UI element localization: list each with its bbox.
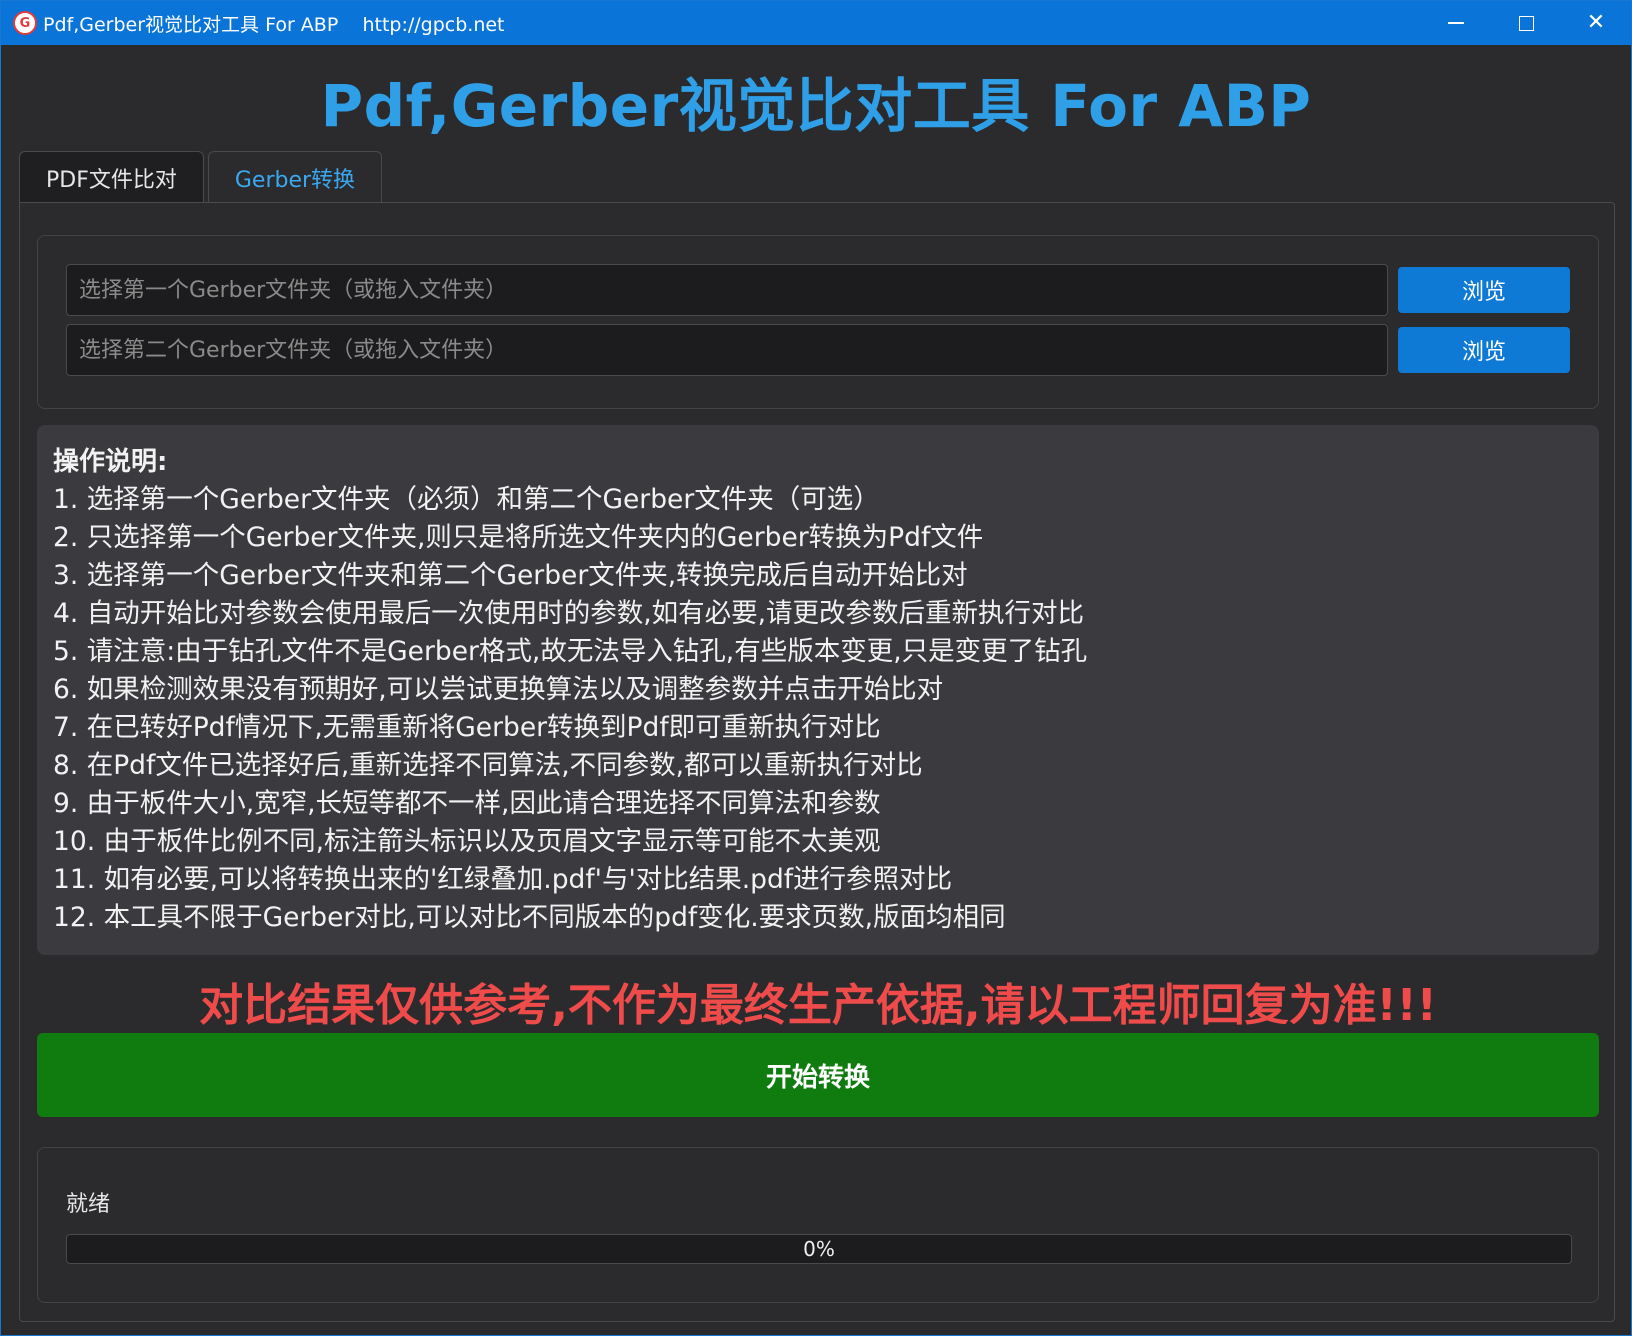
gerber-convert-panel: 浏览 浏览 操作说明: 1. 选择第一个Gerber文件夹（必须）和第二个Ger… [19,202,1615,1322]
first-folder-row: 浏览 [66,264,1576,316]
second-folder-input[interactable] [66,324,1388,376]
app-header-title: Pdf,Gerber视觉比对工具 For ABP [320,72,1312,140]
tab-bar: PDF文件比对 Gerber转换 [19,151,386,203]
start-convert-button[interactable]: 开始转换 [37,1033,1599,1117]
close-button[interactable]: ✕ [1561,1,1631,45]
browse-second-folder-button[interactable]: 浏览 [1398,327,1570,373]
instructions-panel: 操作说明: 1. 选择第一个Gerber文件夹（必须）和第二个Gerber文件夹… [37,425,1599,955]
minimize-button[interactable] [1421,1,1491,45]
instruction-line: 1. 选择第一个Gerber文件夹（必须）和第二个Gerber文件夹（可选） [53,484,880,515]
status-group: 就绪 0% [37,1147,1599,1303]
disclaimer-warning: 对比结果仅供参考,不作为最终生产依据,请以工程师回复为准!!! [199,980,1437,1031]
instruction-line: 7. 在已转好Pdf情况下,无需重新将Gerber转换到Pdf即可重新执行对比 [53,712,881,743]
first-folder-input[interactable] [66,264,1388,316]
folder-select-group: 浏览 浏览 [37,235,1599,409]
second-folder-row: 浏览 [66,324,1576,376]
tab-gerber-convert[interactable]: Gerber转换 [207,151,383,203]
window-controls: ✕ [1421,1,1631,45]
instruction-line: 10. 由于板件比例不同,标注箭头标识以及页眉文字显示等可能不太美观 [53,826,881,857]
instruction-line: 8. 在Pdf文件已选择好后,重新选择不同算法,不同参数,都可以重新执行对比 [53,750,923,781]
tab-pdf-compare[interactable]: PDF文件比对 [19,151,204,203]
progress-bar: 0% [66,1234,1572,1264]
instruction-line: 5. 请注意:由于钻孔文件不是Gerber格式,故无法导入钻孔,有些版本变更,只… [53,636,1088,667]
app-window: G Pdf,Gerber视觉比对工具 For ABP http://gpcb.n… [0,0,1632,1336]
maximize-icon [1518,15,1534,31]
status-label: 就绪 [66,1192,111,1217]
instruction-line: 12. 本工具不限于Gerber对比,可以对比不同版本的pdf变化.要求页数,版… [53,902,1006,933]
instruction-line: 9. 由于板件大小,宽窄,长短等都不一样,因此请合理选择不同算法和参数 [53,788,881,819]
instruction-line: 6. 如果检测效果没有预期好,可以尝试更换算法以及调整参数并点击开始比对 [53,674,944,705]
title-bar[interactable]: G Pdf,Gerber视觉比对工具 For ABP http://gpcb.n… [1,1,1631,45]
browse-first-folder-button[interactable]: 浏览 [1398,267,1570,313]
instruction-line: 4. 自动开始比对参数会使用最后一次使用时的参数,如有必要,请更改参数后重新执行… [53,598,1085,629]
close-icon: ✕ [1586,10,1606,35]
progress-text: 0% [803,1237,835,1261]
window-title: Pdf,Gerber视觉比对工具 For ABP http://gpcb.net [43,13,505,36]
instruction-line: 3. 选择第一个Gerber文件夹和第二个Gerber文件夹,转换完成后自动开始… [53,560,968,591]
app-logo-icon: G [13,11,37,35]
maximize-button[interactable] [1491,1,1561,45]
minimize-icon [1448,22,1464,24]
instruction-line: 11. 如有必要,可以将转换出来的'红绿叠加.pdf'与'对比结果.pdf进行参… [53,864,953,895]
instructions-title: 操作说明: [53,447,168,477]
instruction-line: 2. 只选择第一个Gerber文件夹,则只是将所选文件夹内的Gerber转换为P… [53,522,984,553]
